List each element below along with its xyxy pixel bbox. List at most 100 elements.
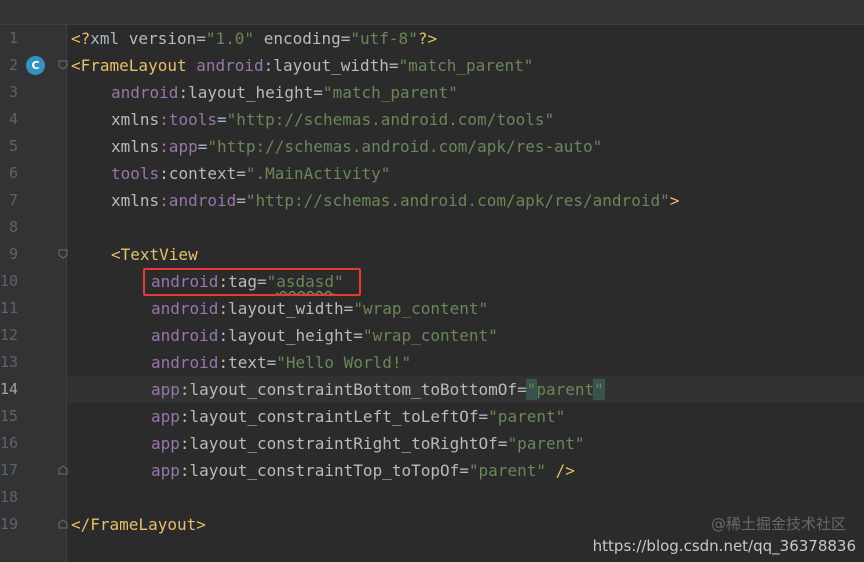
code-line[interactable]: 16 app:layout_constraintRight_toRightOf="… xyxy=(0,430,864,457)
code-token: "parent" xyxy=(468,461,546,480)
code-token: encoding xyxy=(263,29,341,48)
highlight-annotation-box xyxy=(143,268,361,296)
code-text[interactable]: xmlns:tools="http://schemas.android.com/… xyxy=(111,106,554,133)
line-number: 10 xyxy=(0,272,19,290)
code-line[interactable]: 15 app:layout_constraintLeft_toLeftOf="pa… xyxy=(0,403,864,430)
code-token: = xyxy=(478,407,489,426)
code-text[interactable]: xmlns:app="http://schemas.android.com/ap… xyxy=(111,133,602,160)
code-token: app xyxy=(151,380,180,399)
code-token: = xyxy=(197,137,208,156)
code-token: android xyxy=(151,299,219,318)
code-token: "1.0" xyxy=(205,29,255,48)
code-text[interactable]: </FrameLayout> xyxy=(71,511,206,538)
fold-end-icon[interactable] xyxy=(58,465,68,475)
code-token: tools xyxy=(111,164,160,183)
line-number: 6 xyxy=(8,164,18,182)
code-token: android xyxy=(196,56,264,75)
code-text[interactable]: tools:context=".MainActivity" xyxy=(111,160,390,187)
code-token: xmlns xyxy=(111,191,160,210)
code-token: " xyxy=(525,379,538,400)
line-number: 16 xyxy=(0,434,19,452)
code-token: = xyxy=(313,83,323,102)
code-token: = xyxy=(388,56,399,75)
code-token: = xyxy=(196,29,206,48)
code-token: :layout_width xyxy=(263,56,389,75)
code-line[interactable]: 11 android:layout_width="wrap_content" xyxy=(0,295,864,322)
code-token: > xyxy=(669,191,680,210)
code-text[interactable]: android:layout_height="wrap_content" xyxy=(151,322,498,349)
code-token: = xyxy=(216,110,227,129)
code-token: xmlns xyxy=(111,137,160,156)
code-token: :layout_constraintBottom_toBottomOf xyxy=(179,380,518,399)
code-token: "http://schemas.android.com/tools" xyxy=(226,110,555,129)
code-token: = xyxy=(236,164,246,183)
code-token: "match_parent" xyxy=(398,56,534,75)
code-line[interactable]: 5 xmlns:app="http://schemas.android.com/a… xyxy=(0,133,864,160)
code-token: :text xyxy=(218,353,267,372)
code-line[interactable]: 6 tools:context=".MainActivity" xyxy=(0,160,864,187)
line-number: 1 xyxy=(8,29,18,47)
code-token: = xyxy=(343,299,354,318)
code-token: xml xyxy=(90,29,129,48)
watermark-secondary: @稀土掘金技术社区 xyxy=(710,515,846,533)
line-number: 4 xyxy=(8,110,18,128)
code-text[interactable]: android:layout_height="match_parent" xyxy=(111,79,458,106)
code-token: :layout_constraintLeft_toLeftOf xyxy=(179,407,479,426)
code-token: app xyxy=(151,461,180,480)
code-line[interactable]: 13 android:text="Hello World!" xyxy=(0,349,864,376)
code-token: " xyxy=(593,379,605,400)
fold-open-icon[interactable] xyxy=(58,249,68,259)
code-text[interactable]: app:layout_constraintBottom_toBottomOf="… xyxy=(151,376,605,403)
code-token: "wrap_content" xyxy=(362,326,498,345)
code-line[interactable]: 17 app:layout_constraintTop_toTopOf="pare… xyxy=(0,457,864,484)
code-line[interactable]: 9 <TextView xyxy=(0,241,864,268)
code-token: <TextView xyxy=(111,245,198,264)
code-token: = xyxy=(340,29,351,48)
code-line[interactable]: 12 android:layout_height="wrap_content" xyxy=(0,322,864,349)
code-text[interactable]: xmlns:android="http://schemas.android.co… xyxy=(111,187,679,214)
fold-open-icon[interactable] xyxy=(58,60,68,70)
code-text[interactable]: <TextView xyxy=(111,241,198,268)
line-number: 17 xyxy=(0,461,19,479)
code-line[interactable]: 18 xyxy=(0,484,864,511)
line-number: 3 xyxy=(8,83,18,101)
code-text[interactable]: <FrameLayout android:layout_width="match… xyxy=(71,52,533,79)
code-token: = xyxy=(353,326,363,345)
code-line[interactable]: 3 android:layout_height="match_parent" xyxy=(0,79,864,106)
code-token: app xyxy=(151,434,180,453)
code-token: xmlns xyxy=(111,110,160,129)
code-token: </FrameLayout> xyxy=(71,515,206,534)
code-token: ?> xyxy=(417,29,438,48)
code-text[interactable]: <?xml version="1.0" encoding="utf-8"?> xyxy=(71,25,437,52)
code-token: <? xyxy=(71,29,91,48)
code-text[interactable]: android:text="Hello World!" xyxy=(151,349,411,376)
class-marker-icon[interactable]: C xyxy=(26,56,45,75)
code-token: <FrameLayout xyxy=(71,56,197,75)
code-token: android xyxy=(151,353,219,372)
code-line[interactable]: 1 <?xml version="1.0" encoding="utf-8"?> xyxy=(0,25,864,52)
code-token: = xyxy=(517,380,527,399)
code-token: :layout_height xyxy=(218,326,354,345)
code-token: :tools xyxy=(159,110,217,129)
code-line[interactable]: 10 android:tag="asdasd" xyxy=(0,268,864,295)
code-token: = xyxy=(459,461,469,480)
code-line[interactable]: 4 xmlns:tools="http://schemas.android.com… xyxy=(0,106,864,133)
code-token: android xyxy=(111,83,179,102)
fold-end-icon[interactable] xyxy=(58,519,68,529)
code-line[interactable]: 7 xmlns:android="http://schemas.android.c… xyxy=(0,187,864,214)
code-token: :app xyxy=(159,137,198,156)
code-line[interactable]: 14 app:layout_constraintBottom_toBottomOf… xyxy=(0,376,864,403)
code-text[interactable]: app:layout_constraintTop_toTopOf="parent… xyxy=(151,457,575,484)
code-text[interactable]: android:layout_width="wrap_content" xyxy=(151,295,488,322)
code-token: :layout_constraintTop_toTopOf xyxy=(179,461,460,480)
code-line[interactable]: 8 xyxy=(0,214,864,241)
code-token: "utf-8" xyxy=(350,29,418,48)
code-text[interactable]: app:layout_constraintLeft_toLeftOf="pare… xyxy=(151,403,565,430)
code-line[interactable]: 2 C <FrameLayout android:layout_width="mat… xyxy=(0,52,864,79)
code-lines[interactable]: 1 <?xml version="1.0" encoding="utf-8"?> 2… xyxy=(0,25,864,538)
line-number: 9 xyxy=(8,245,18,263)
code-editor[interactable]: 1 <?xml version="1.0" encoding="utf-8"?> 2… xyxy=(0,0,864,562)
code-text[interactable]: app:layout_constraintRight_toRightOf="pa… xyxy=(151,430,585,457)
line-number: 18 xyxy=(0,488,19,506)
code-token: "http://schemas.android.com/apk/res/andr… xyxy=(245,191,670,210)
